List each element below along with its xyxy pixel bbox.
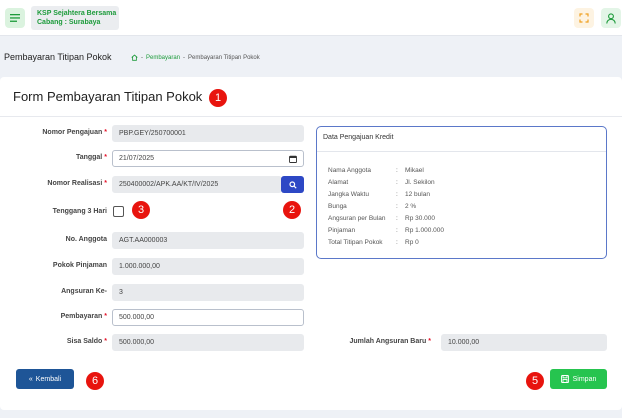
info-row: Pinjaman: Rp 1.000.000	[328, 227, 444, 234]
annotation-badge-6: 6	[86, 372, 104, 390]
tanggal-value: 21/07/2025	[119, 155, 155, 162]
panel-divider	[317, 151, 606, 152]
info-key: Bunga	[328, 203, 347, 210]
info-value: Rp 0	[405, 239, 419, 246]
card-header: Form Pembayaran Titipan Pokok	[0, 77, 622, 117]
jumlah-angsuran-baru-label-text: Jumlah Angsuran Baru	[349, 338, 427, 345]
back-button[interactable]: « Kembali	[16, 369, 74, 389]
save-icon	[560, 375, 569, 383]
page-title: Pembayaran Titipan Pokok	[4, 52, 112, 62]
info-row: Nama Anggota: Mikael	[328, 167, 424, 174]
required-marker: *	[428, 338, 431, 345]
hamburger-icon	[10, 14, 20, 22]
info-row: Alamat: Jl. Sekilon	[328, 179, 435, 186]
info-key: Total Titipan Pokok	[328, 239, 383, 246]
annotation-badge-5: 5	[526, 372, 544, 390]
nomor-realisasi-label: Nomor Realisasi *	[47, 180, 107, 187]
info-colon: :	[396, 203, 398, 210]
info-key: Angsuran per Bulan	[328, 215, 386, 222]
nomor-pengajuan-label-text: Nomor Pengajuan	[42, 129, 103, 136]
tanggal-date-input[interactable]: 21/07/2025	[112, 150, 304, 167]
required-marker: *	[104, 313, 107, 320]
required-marker: *	[104, 338, 107, 345]
app-name: KSP Sejahtera Bersama	[37, 10, 117, 17]
calendar-icon[interactable]	[289, 155, 297, 163]
info-key: Pinjaman	[328, 227, 356, 234]
pokok-pinjaman-label: Pokok Pinjaman	[52, 262, 107, 269]
panel-title: Data Pengajuan Kredit	[323, 134, 394, 141]
tanggal-label: Tanggal *	[76, 154, 107, 161]
nomor-realisasi-field: 250400002/APK.AA/KT/IV/2025	[112, 176, 282, 193]
breadcrumb-current: Pembayaran Titipan Pokok	[188, 54, 260, 61]
info-colon: :	[396, 239, 398, 246]
data-pengajuan-kredit-panel: Data Pengajuan Kredit Nama Anggota: Mikae…	[316, 126, 607, 259]
tanggal-label-text: Tanggal	[75, 154, 103, 161]
jumlah-angsuran-baru-field: 10.000,00	[441, 334, 607, 351]
fullscreen-button[interactable]	[574, 8, 594, 28]
info-value: Mikael	[405, 167, 424, 174]
home-icon[interactable]	[131, 54, 138, 61]
info-row: Total Titipan Pokok: Rp 0	[328, 239, 419, 246]
no-anggota-label: No. Anggota	[65, 236, 107, 243]
search-realisasi-button[interactable]	[281, 176, 304, 193]
search-icon	[288, 180, 297, 189]
info-row: Jangka Waktu:12 bulan	[328, 191, 430, 198]
fullscreen-icon	[579, 13, 589, 23]
breadcrumb-separator: -	[141, 54, 143, 61]
info-value: Jl. Sekilon	[405, 179, 435, 186]
info-key: Alamat	[328, 179, 349, 186]
breadcrumb-separator: -	[183, 54, 186, 61]
breadcrumb-pembayaran[interactable]: Pembayaran	[146, 55, 180, 61]
nomor-pengajuan-label: Nomor Pengajuan *	[42, 129, 107, 136]
required-marker: *	[104, 154, 107, 161]
tenggang-checkbox[interactable]	[113, 206, 124, 217]
jumlah-angsuran-baru-label: Jumlah Angsuran Baru *	[350, 338, 432, 345]
user-menu-button[interactable]	[601, 8, 621, 28]
nomor-realisasi-label-text: Nomor Realisasi	[47, 180, 103, 187]
info-colon: :	[396, 227, 398, 234]
sisa-saldo-field: 500.000,00	[112, 334, 304, 351]
info-key: Jangka Waktu	[328, 191, 369, 198]
user-icon	[606, 12, 616, 24]
annotation-badge-2: 2	[283, 201, 301, 219]
info-colon: :	[396, 191, 398, 198]
tenggang-label: Tenggang 3 Hari	[52, 208, 107, 215]
sisa-saldo-label: Sisa Saldo *	[67, 338, 107, 345]
info-value: 12 bulan	[405, 191, 430, 198]
double-chevron-left-icon: «	[28, 375, 33, 383]
save-button-label: Simpan	[572, 375, 597, 383]
info-colon: :	[396, 215, 398, 222]
pembayaran-input[interactable]: 500.000,00	[112, 309, 304, 326]
info-value: Rp 1.000.000	[405, 227, 445, 234]
annotation-badge-3: 3	[132, 201, 150, 219]
info-value: Rp 30.000	[405, 215, 435, 222]
nomor-pengajuan-field: PBP.GEY/250700001	[112, 125, 304, 142]
back-button-label: Kembali	[35, 375, 62, 383]
required-marker: *	[104, 180, 107, 187]
angsuran-ke-field: 3	[112, 284, 304, 301]
annotation-badge-1: 1	[209, 89, 227, 107]
brand-block: KSP Sejahtera Bersama Cabang : Surabaya	[31, 6, 119, 30]
no-anggota-field: AGT.AA000003	[112, 232, 304, 249]
pembayaran-label-text: Pembayaran	[60, 313, 103, 320]
info-value: 2 %	[405, 203, 417, 210]
angsuran-ke-label: Angsuran Ke-	[61, 288, 107, 295]
pembayaran-label: Pembayaran *	[61, 313, 107, 320]
breadcrumb: - Pembayaran - Pembayaran Titipan Pokok	[131, 54, 260, 61]
required-marker: *	[104, 129, 107, 136]
info-colon: :	[396, 167, 398, 174]
info-key: Nama Anggota	[328, 167, 372, 174]
menu-toggle-button[interactable]	[5, 8, 25, 28]
save-button[interactable]: Simpan	[550, 369, 607, 389]
top-bar: KSP Sejahtera Bersama Cabang : Surabaya	[0, 0, 622, 36]
sisa-saldo-label-text: Sisa Saldo	[66, 338, 103, 345]
info-colon: :	[396, 179, 398, 186]
info-row: Bunga:2 %	[328, 203, 416, 210]
branch-label: Cabang : Surabaya	[37, 19, 101, 26]
form-title: Form Pembayaran Titipan Pokok	[13, 89, 203, 104]
info-row: Angsuran per Bulan: Rp 30.000	[328, 215, 435, 222]
pokok-pinjaman-field: 1.000.000,00	[112, 258, 304, 275]
